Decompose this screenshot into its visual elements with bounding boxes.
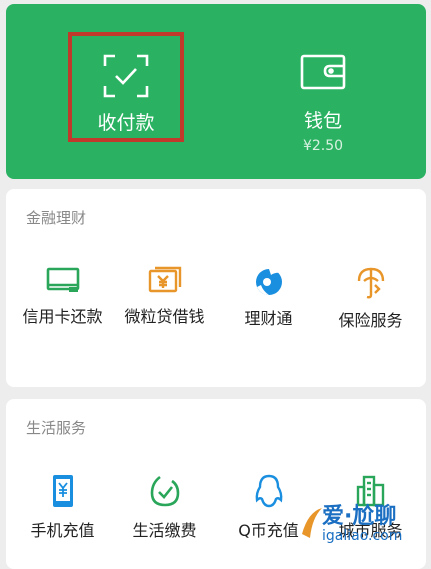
swoosh-logo-icon <box>302 508 322 538</box>
phone-recharge-label: 手机充值 <box>30 521 95 540</box>
grid-item-licaitong[interactable]: 理财通 <box>216 265 321 329</box>
grid-item-utility-bills[interactable]: 生活缴费 <box>112 473 217 541</box>
receive-pay-label: 收付款 <box>97 112 155 134</box>
insurance-label: 保险服务 <box>338 311 403 330</box>
credit-card-repay-label: 信用卡还款 <box>22 307 103 326</box>
licaitong-icon <box>255 268 282 295</box>
utility-bills-label: 生活缴费 <box>132 521 197 540</box>
grid-item-insurance[interactable]: 保险服务 <box>318 265 423 331</box>
bill-check-icon <box>150 475 179 507</box>
life-section-title: 生活服务 <box>26 419 87 437</box>
phone-yuan-icon <box>52 475 73 507</box>
receive-pay-button[interactable]: 收付款 <box>68 32 184 142</box>
wallet-icon <box>300 54 346 90</box>
grid-item-credit-card-repay[interactable]: 信用卡还款 <box>10 265 115 327</box>
credit-card-icon <box>46 267 79 292</box>
grid-item-phone-recharge[interactable]: 手机充值 <box>10 473 115 541</box>
watermark-sub-text: igaliao.com <box>322 528 403 544</box>
wallet-button[interactable]: 钱包 ¥2.50 <box>268 46 378 156</box>
weilidai-loan-label: 微粒贷借钱 <box>124 307 205 326</box>
insurance-umbrella-icon <box>357 267 384 299</box>
finance-section: 金融理财 信用卡还款 微粒贷借钱 理财通 保险服务 <box>6 189 426 387</box>
wallet-label: 钱包 <box>303 110 342 132</box>
qq-penguin-icon <box>255 474 282 508</box>
grid-item-weilidai-loan[interactable]: 微粒贷借钱 <box>112 265 217 327</box>
wallet-balance: ¥2.50 <box>302 138 344 154</box>
wallet-header-card: 收付款 钱包 ¥2.50 <box>6 4 426 179</box>
licaitong-label: 理财通 <box>244 309 293 328</box>
loan-yuan-icon <box>148 266 181 293</box>
finance-section-title: 金融理财 <box>26 209 87 227</box>
watermark-main-text: 爱·尬聊 <box>322 504 397 529</box>
site-watermark: 爱·尬聊 igaliao.com <box>300 498 428 558</box>
scan-check-icon <box>103 54 149 98</box>
